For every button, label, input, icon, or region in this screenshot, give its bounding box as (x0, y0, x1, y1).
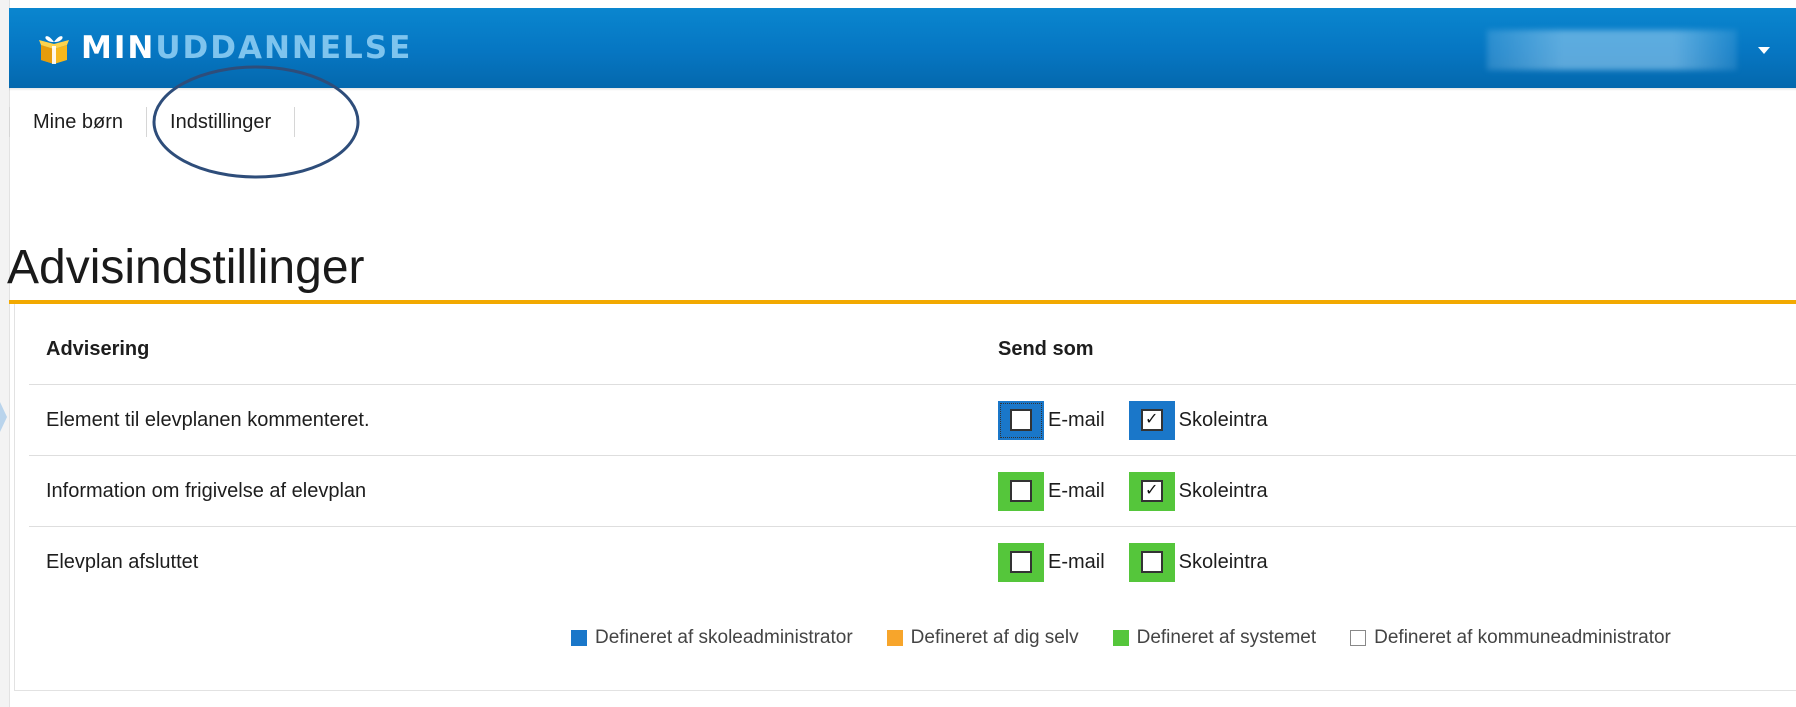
skoleintra-label: Skoleintra (1178, 408, 1268, 431)
email-option[interactable]: E-mail (998, 471, 1105, 511)
legend-item: Defineret af systemet (1112, 627, 1317, 649)
email-label: E-mail (1048, 479, 1105, 502)
header-bar: MINUDDANNELSE (9, 8, 1796, 88)
notification-label: Information om frigivelse af elevplan (29, 455, 981, 527)
legend-item: Defineret af kommuneadministrator (1350, 627, 1671, 649)
nav-item-mine-born[interactable]: Mine børn (10, 104, 146, 140)
table-row: Element til elevplanen kommenteret. E-mai… (29, 384, 1796, 456)
skoleintra-option[interactable]: ✓ Skoleintra (1128, 471, 1268, 511)
header-shadow (9, 88, 1796, 91)
legend-swatch (886, 630, 903, 646)
skoleintra-label: Skoleintra (1178, 479, 1268, 502)
source-color-frame (998, 471, 1044, 511)
checkmark-icon: ✓ (1144, 411, 1159, 428)
skoleintra-option[interactable]: Skoleintra (1128, 542, 1268, 582)
source-color-frame: ✓ (1128, 471, 1175, 511)
logo-text-min: MIN (81, 30, 156, 66)
email-label: E-mail (1048, 408, 1105, 431)
nav-divider (294, 107, 296, 137)
source-color-frame (998, 542, 1044, 582)
page-title: Advisindstillinger (7, 241, 365, 294)
email-checkbox[interactable] (1010, 480, 1032, 502)
table-header-row: Advisering Send som (29, 314, 1796, 385)
legend-item: Defineret af dig selv (886, 627, 1079, 649)
notification-settings-table: Advisering Send som Element til elevplan… (29, 314, 1796, 597)
column-header-send-som: Send som (981, 314, 1796, 385)
logo-text-rest: UDDANNELSE (155, 30, 413, 66)
logo-text: MINUDDANNELSE (81, 28, 412, 68)
checkmark-icon: ✓ (1144, 482, 1159, 499)
notification-label: Elevplan afsluttet (46, 550, 199, 573)
table-row: Elevplan afsluttet E-mail Skoleintra (29, 527, 1796, 598)
legend-swatch (1112, 630, 1129, 646)
skoleintra-option[interactable]: ✓ Skoleintra (1128, 400, 1268, 440)
send-options: E-mail Skoleintra (998, 542, 1796, 582)
nav-item-indstillinger[interactable]: Indstillinger (147, 104, 294, 140)
notification-label: Element til elevplanen kommenteret. (29, 384, 981, 456)
table-row: Information om frigivelse af elevplan E-m… (29, 455, 1796, 527)
source-color-frame (1128, 542, 1175, 582)
skoleintra-checkbox[interactable]: ✓ (1140, 409, 1163, 431)
legend-item: Defineret af skoleadministrator (571, 627, 853, 649)
email-option[interactable]: E-mail (998, 542, 1105, 582)
legend-label: Defineret af kommuneadministrator (1374, 627, 1671, 648)
side-arrow-icon (0, 402, 7, 432)
main-nav: Mine børn Indstillinger (9, 104, 296, 140)
legend-label: Defineret af skoleadministrator (595, 627, 853, 648)
legend: Defineret af skoleadministrator Defineret… (571, 627, 1671, 649)
skoleintra-checkbox[interactable] (1140, 551, 1163, 573)
skoleintra-label: Skoleintra (1178, 550, 1268, 573)
email-checkbox[interactable] (1010, 551, 1032, 573)
user-name-blurred[interactable] (1487, 30, 1737, 70)
send-options: E-mail ✓ Skoleintra (998, 400, 1796, 440)
legend-label: Defineret af systemet (1136, 627, 1317, 648)
email-checkbox[interactable] (1010, 409, 1032, 431)
skoleintra-checkbox[interactable]: ✓ (1140, 480, 1163, 502)
send-as-cell: E-mail ✓ Skoleintra (981, 384, 1796, 456)
logo[interactable]: MINUDDANNELSE (37, 28, 412, 68)
settings-panel: Advisering Send som Element til elevplan… (14, 304, 1796, 691)
send-options: E-mail ✓ Skoleintra (998, 471, 1796, 511)
legend-swatch (571, 630, 587, 646)
send-as-cell: E-mail Skoleintra (981, 527, 1796, 598)
column-header-advisering: Advisering (29, 314, 981, 385)
email-label: E-mail (1048, 550, 1105, 573)
send-as-cell: E-mail ✓ Skoleintra (981, 455, 1796, 527)
email-option[interactable]: E-mail (998, 400, 1105, 440)
gift-box-icon (39, 36, 69, 64)
legend-label: Defineret af dig selv (910, 627, 1079, 648)
legend-swatch (1350, 630, 1367, 646)
source-color-frame (998, 400, 1044, 440)
caret-down-icon[interactable] (1751, 40, 1777, 60)
source-color-frame: ✓ (1128, 400, 1175, 440)
